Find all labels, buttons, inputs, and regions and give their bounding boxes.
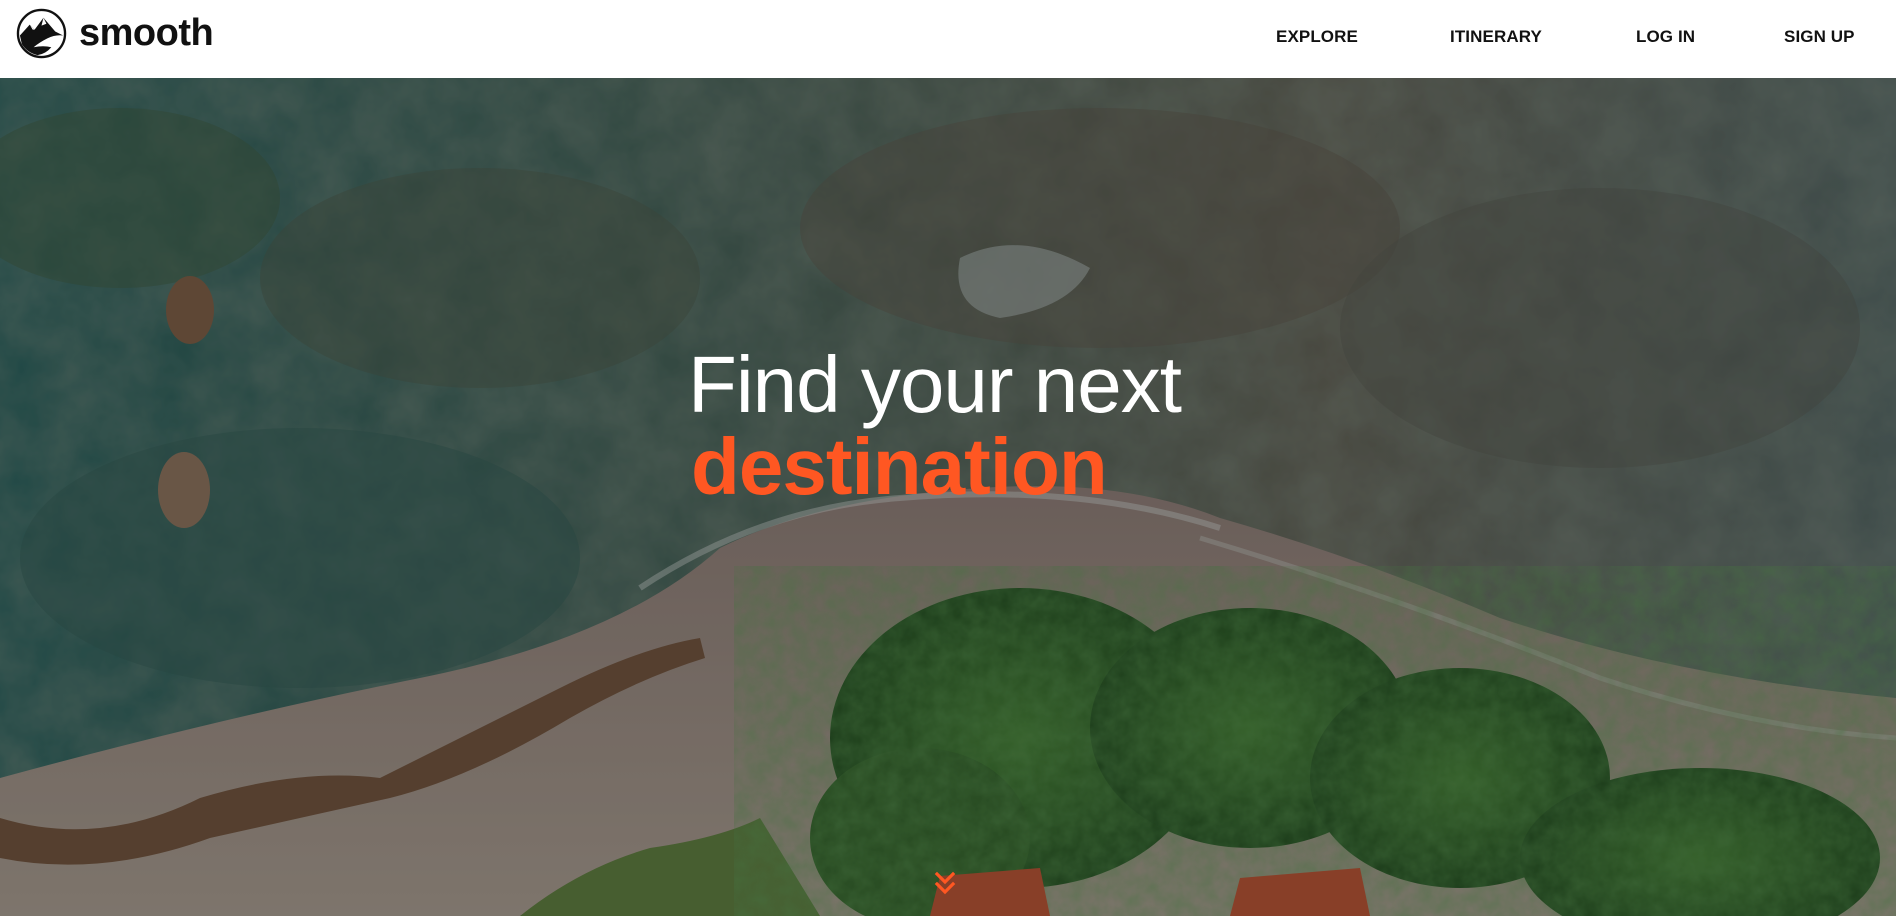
nav-explore-link[interactable]: EXPLORE xyxy=(1276,27,1358,47)
nav-signup-link[interactable]: SIGN UP xyxy=(1784,27,1855,47)
hero-section: Find your next destination xyxy=(0,78,1896,916)
main-nav: EXPLORE ITINERARY LOG IN SIGN UP xyxy=(0,0,1896,78)
nav-itinerary-link[interactable]: ITINERARY xyxy=(1450,27,1542,47)
headline-line-1: Find your next xyxy=(688,340,1182,429)
double-chevron-down-icon[interactable] xyxy=(933,870,957,898)
nav-login-link[interactable]: LOG IN xyxy=(1636,27,1695,47)
site-header: smooth EXPLORE ITINERARY LOG IN SIGN UP xyxy=(0,0,1896,78)
hero-headline: Find your next destination xyxy=(688,344,1388,508)
headline-accent-line: destination xyxy=(691,422,1108,511)
